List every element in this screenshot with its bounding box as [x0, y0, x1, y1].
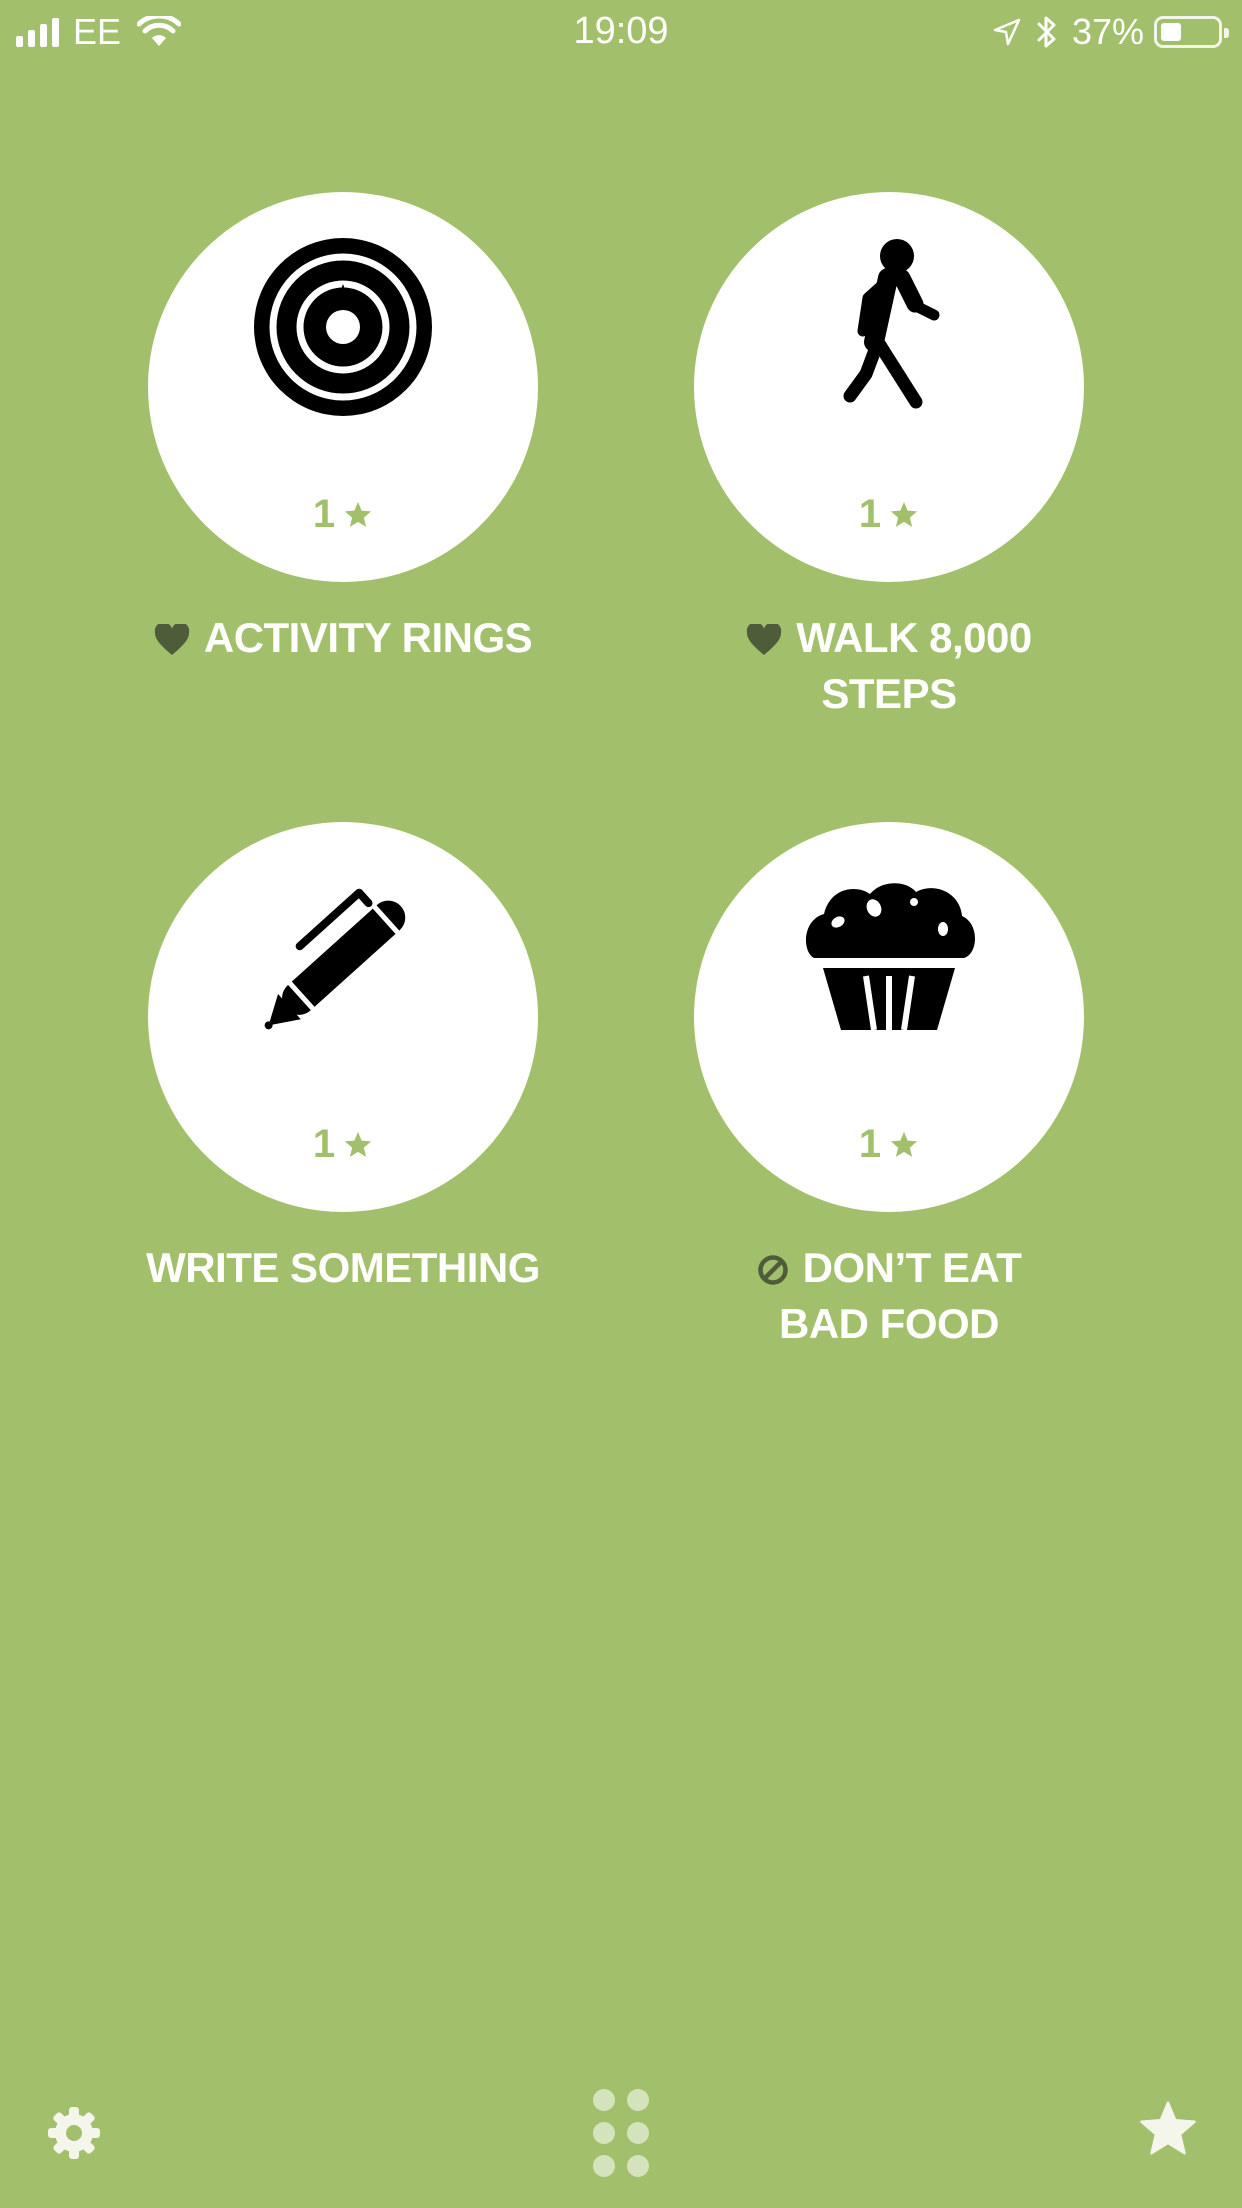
star-count-value: 1: [858, 1122, 882, 1166]
star-count: 1: [148, 492, 538, 537]
habit-circle[interactable]: 1: [694, 192, 1084, 582]
small-star-icon: [345, 501, 372, 527]
habit-circle[interactable]: 1: [694, 822, 1084, 1212]
location-icon: [992, 17, 1022, 47]
small-star-icon: [345, 1131, 372, 1157]
habit-title-text: ACTIVITY RINGS: [203, 614, 533, 661]
battery-level: [1161, 23, 1181, 41]
habit-title-text: DON’T EAT BAD FOOD: [779, 1244, 1022, 1347]
habit-title[interactable]: ACTIVITY RINGS: [70, 610, 616, 666]
habit-circle[interactable]: 1: [148, 192, 538, 582]
target-icon: [248, 232, 438, 422]
settings-icon[interactable]: [46, 2105, 102, 2161]
star-count-value: 1: [312, 492, 336, 536]
star-icon[interactable]: [1138, 2100, 1198, 2158]
habit-title-text: WRITE SOMETHING: [146, 1244, 540, 1291]
habit-title-text: WALK 8,000 STEPS: [796, 614, 1032, 717]
star-count: 1: [694, 1122, 1084, 1167]
muffin-icon: [794, 862, 984, 1052]
heart-icon: [746, 624, 782, 656]
star-count-value: 1: [312, 1122, 336, 1166]
status-bar: EE 19:09 37%: [0, 0, 1242, 62]
grid-icon[interactable]: [590, 2086, 652, 2180]
heart-icon: [154, 624, 190, 656]
bluetooth-icon: [1036, 15, 1058, 49]
battery-percent: 37%: [1071, 11, 1144, 52]
walking-person-icon: [794, 232, 984, 422]
status-right: 37%: [992, 11, 1229, 52]
habit-circle[interactable]: 1: [148, 822, 538, 1212]
battery-icon: [1154, 16, 1229, 48]
small-star-icon: [891, 501, 918, 527]
habit-title[interactable]: WRITE SOMETHING: [70, 1240, 616, 1296]
small-star-icon: [891, 1131, 918, 1157]
star-count: 1: [148, 1122, 538, 1167]
habit-title[interactable]: WALK 8,000 STEPS: [616, 610, 1162, 722]
habit-title[interactable]: DON’T EAT BAD FOOD: [616, 1240, 1162, 1352]
star-count-value: 1: [858, 492, 882, 536]
star-count: 1: [694, 492, 1084, 537]
bottom-toolbar: [0, 2080, 1242, 2190]
battery-tip: [1224, 28, 1229, 38]
no-entry-icon: [757, 1254, 789, 1286]
pen-icon: [248, 862, 438, 1052]
